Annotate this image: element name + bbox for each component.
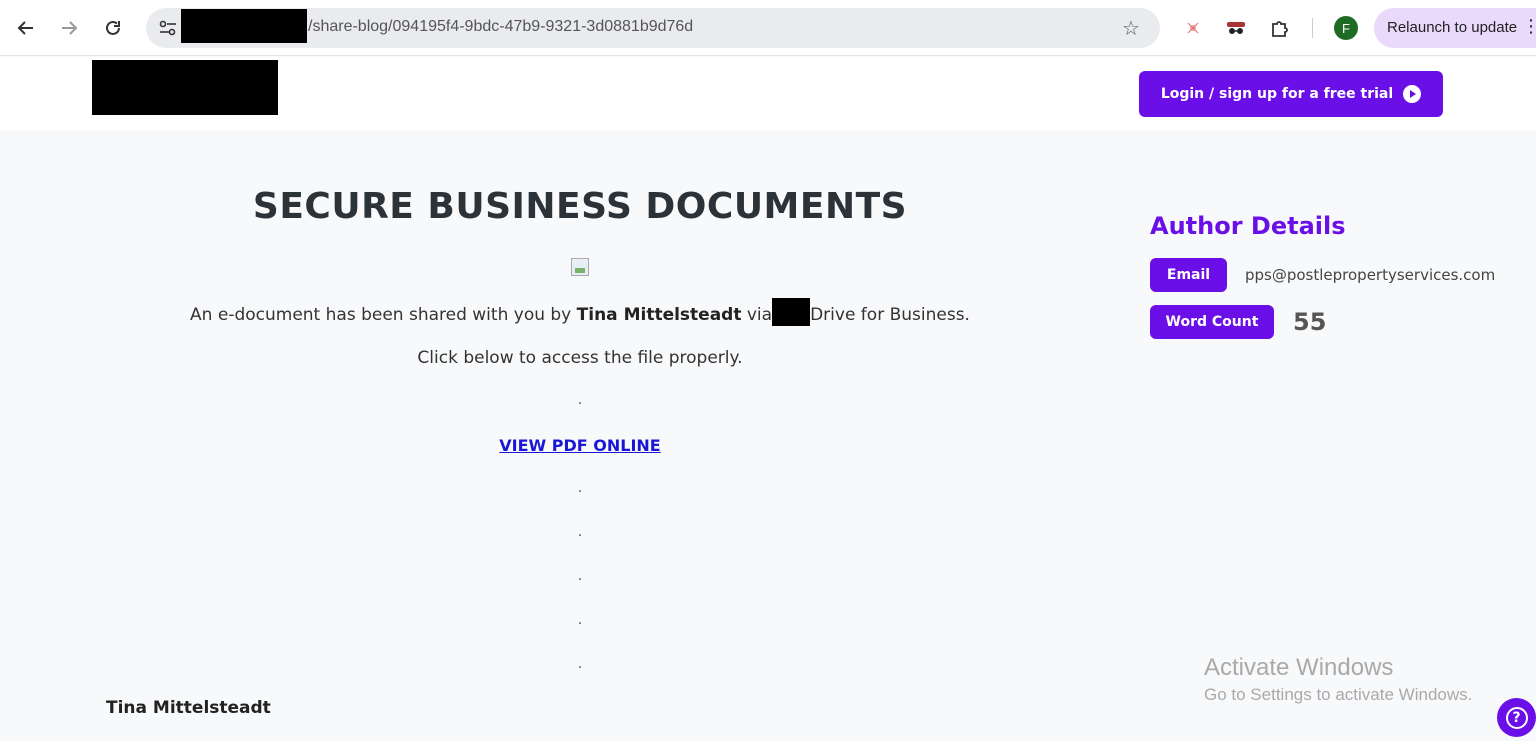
click-instruction: Click below to access the file properly.	[417, 348, 743, 368]
main-content: SECURE BUSINESS DOCUMENTS An e-document …	[0, 130, 1160, 741]
dot-separator: .	[577, 480, 583, 496]
bookmark-star-icon[interactable]: ☆	[1118, 15, 1144, 41]
address-bar[interactable]: /share-blog/094195f4-9bdc-47b9-9321-3d08…	[146, 8, 1160, 48]
relaunch-button[interactable]: Relaunch to update	[1374, 8, 1536, 48]
footer-author-name: Tina Mittelsteadt	[106, 698, 271, 718]
share-suffix: Drive for Business.	[810, 305, 970, 325]
profile-avatar[interactable]: F	[1334, 16, 1358, 40]
site-header: Login / sign up for a free trial	[0, 57, 1536, 130]
url-text[interactable]: /share-blog/094195f4-9bdc-47b9-9321-3d08…	[308, 18, 693, 36]
redacted-brand	[772, 298, 811, 326]
extension-icon[interactable]	[1181, 16, 1205, 40]
dot-separator: .	[577, 392, 583, 408]
dot-separator: .	[577, 656, 583, 672]
puzzle-icon[interactable]	[1268, 16, 1292, 40]
site-settings-icon[interactable]	[154, 14, 182, 42]
play-circle-icon	[1403, 85, 1422, 103]
browser-toolbar: /share-blog/094195f4-9bdc-47b9-9321-3d08…	[0, 0, 1536, 56]
dot-separator: .	[577, 568, 583, 584]
kebab-menu-icon[interactable]: ⋮	[1522, 18, 1536, 36]
login-signup-button[interactable]: Login / sign up for a free trial	[1139, 71, 1443, 117]
share-via: via	[741, 305, 773, 325]
email-badge: Email	[1150, 258, 1227, 292]
activate-windows-subtitle: Go to Settings to activate Windows.	[1204, 685, 1473, 704]
back-arrow-icon[interactable]	[12, 14, 40, 42]
share-message: An e-document has been shared with you b…	[0, 298, 1160, 326]
help-button[interactable]: ?	[1497, 698, 1536, 737]
forward-arrow-icon[interactable]	[55, 14, 83, 42]
word-count-value: 55	[1293, 308, 1327, 336]
redacted-logo	[92, 60, 278, 115]
word-count-badge: Word Count	[1150, 305, 1274, 339]
author-details-heading: Author Details	[1150, 212, 1346, 240]
broken-image-icon	[571, 258, 589, 276]
page-title: SECURE BUSINESS DOCUMENTS	[252, 186, 908, 227]
redacted-domain	[181, 9, 307, 43]
question-mark-icon: ?	[1505, 706, 1528, 729]
view-pdf-link[interactable]: VIEW PDF ONLINE	[0, 436, 1160, 455]
login-button-label: Login / sign up for a free trial	[1160, 86, 1394, 102]
share-prefix: An e-document has been shared with you b…	[190, 305, 577, 325]
toolbar-separator	[1312, 18, 1313, 38]
sharer-name: Tina Mittelsteadt	[576, 305, 742, 325]
email-value: pps@postlepropertyservices.com	[1245, 266, 1496, 284]
dot-separator: .	[577, 612, 583, 628]
reload-icon[interactable]	[99, 14, 127, 42]
activate-windows-title: Activate Windows	[1204, 654, 1394, 681]
dot-separator: .	[577, 524, 583, 540]
incognito-icon[interactable]	[1224, 16, 1248, 40]
